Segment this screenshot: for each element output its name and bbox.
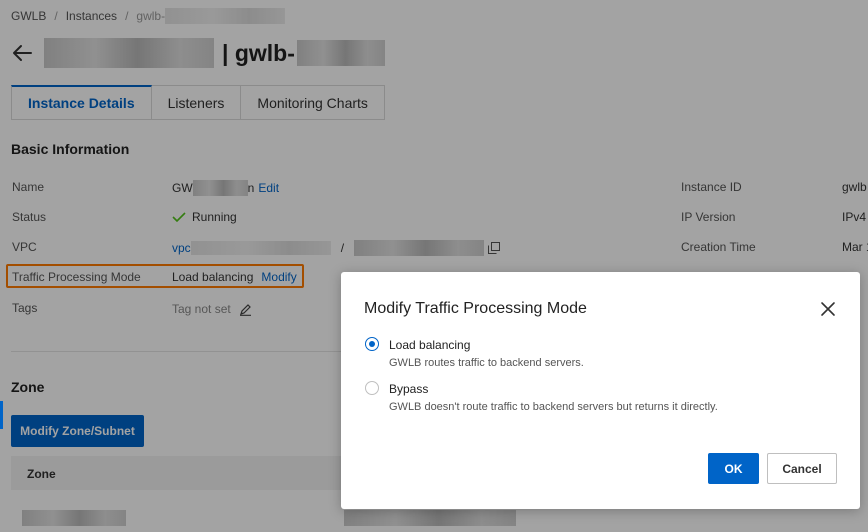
option-load-balancing-description: GWLB routes traffic to backend servers. — [389, 357, 584, 369]
option-bypass-description: GWLB doesn't route traffic to backend se… — [389, 401, 718, 413]
dialog-title: Modify Traffic Processing Mode — [364, 300, 587, 317]
option-load-balancing-label[interactable]: Load balancing — [389, 338, 470, 352]
radio-bypass[interactable] — [365, 381, 379, 395]
ok-button[interactable]: OK — [708, 453, 759, 484]
radio-load-balancing[interactable] — [365, 337, 379, 351]
modify-traffic-mode-dialog: Modify Traffic Processing Mode Load bala… — [341, 272, 860, 509]
option-bypass-label[interactable]: Bypass — [389, 382, 428, 396]
cancel-button[interactable]: Cancel — [767, 453, 837, 484]
close-icon[interactable] — [819, 300, 837, 318]
left-accent-bar — [0, 401, 3, 429]
